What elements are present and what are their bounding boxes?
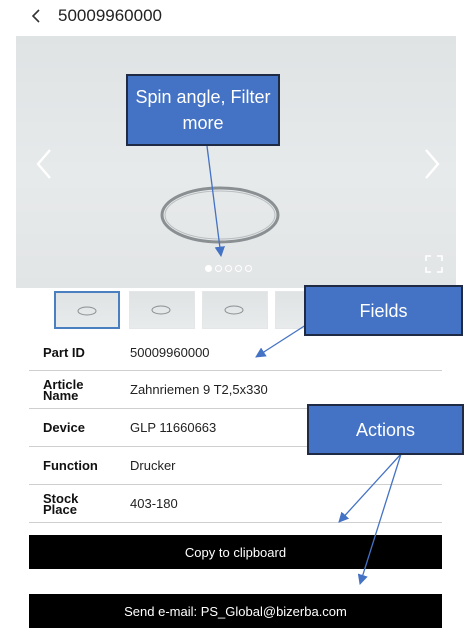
- header-bar: 50009960000: [0, 0, 473, 34]
- field-value: GLP 11660663: [130, 420, 217, 435]
- image-pagination-dots: [205, 265, 252, 275]
- field-value: 403-180: [130, 496, 178, 511]
- page-title: 50009960000: [58, 6, 163, 25]
- send-email-button[interactable]: Send e-mail: PS_Global@bizerba.com: [29, 594, 442, 628]
- field-label: Function: [43, 458, 98, 473]
- field-value: Drucker: [130, 458, 176, 473]
- field-value: Zahnriemen 9 T2,5x330: [130, 382, 268, 397]
- back-arrow-icon[interactable]: [28, 6, 46, 26]
- fullscreen-icon[interactable]: [424, 254, 444, 274]
- field-label: Article Name: [43, 376, 84, 403]
- pagination-dot[interactable]: [225, 265, 232, 272]
- field-row-part-id: Part ID 50009960000: [29, 334, 442, 371]
- image-thumbnail[interactable]: [54, 291, 120, 329]
- pagination-dot[interactable]: [245, 265, 252, 272]
- field-value: 50009960000: [130, 344, 210, 360]
- field-row-stock-place: Stock Place 403-180: [29, 485, 442, 523]
- image-thumbnail[interactable]: [275, 291, 305, 329]
- belt-product-image: [160, 186, 280, 244]
- pagination-dot[interactable]: [215, 265, 222, 272]
- callout-spin-angle: Spin angle, Filter more: [126, 74, 280, 146]
- pagination-dot[interactable]: [235, 265, 242, 272]
- callout-actions: Actions: [307, 404, 464, 455]
- copy-to-clipboard-button[interactable]: Copy to clipboard: [29, 535, 442, 569]
- field-label: Part ID: [43, 344, 85, 360]
- pagination-dot[interactable]: [205, 265, 212, 272]
- callout-fields: Fields: [304, 285, 463, 336]
- image-thumbnail[interactable]: [202, 291, 268, 329]
- image-thumbnail[interactable]: [129, 291, 195, 329]
- previous-image-chevron-icon[interactable]: [30, 144, 58, 184]
- field-label: Device: [43, 420, 85, 435]
- field-label: Stock Place: [43, 490, 79, 517]
- next-image-chevron-icon[interactable]: [418, 144, 446, 184]
- thumbnail-strip: [54, 291, 344, 331]
